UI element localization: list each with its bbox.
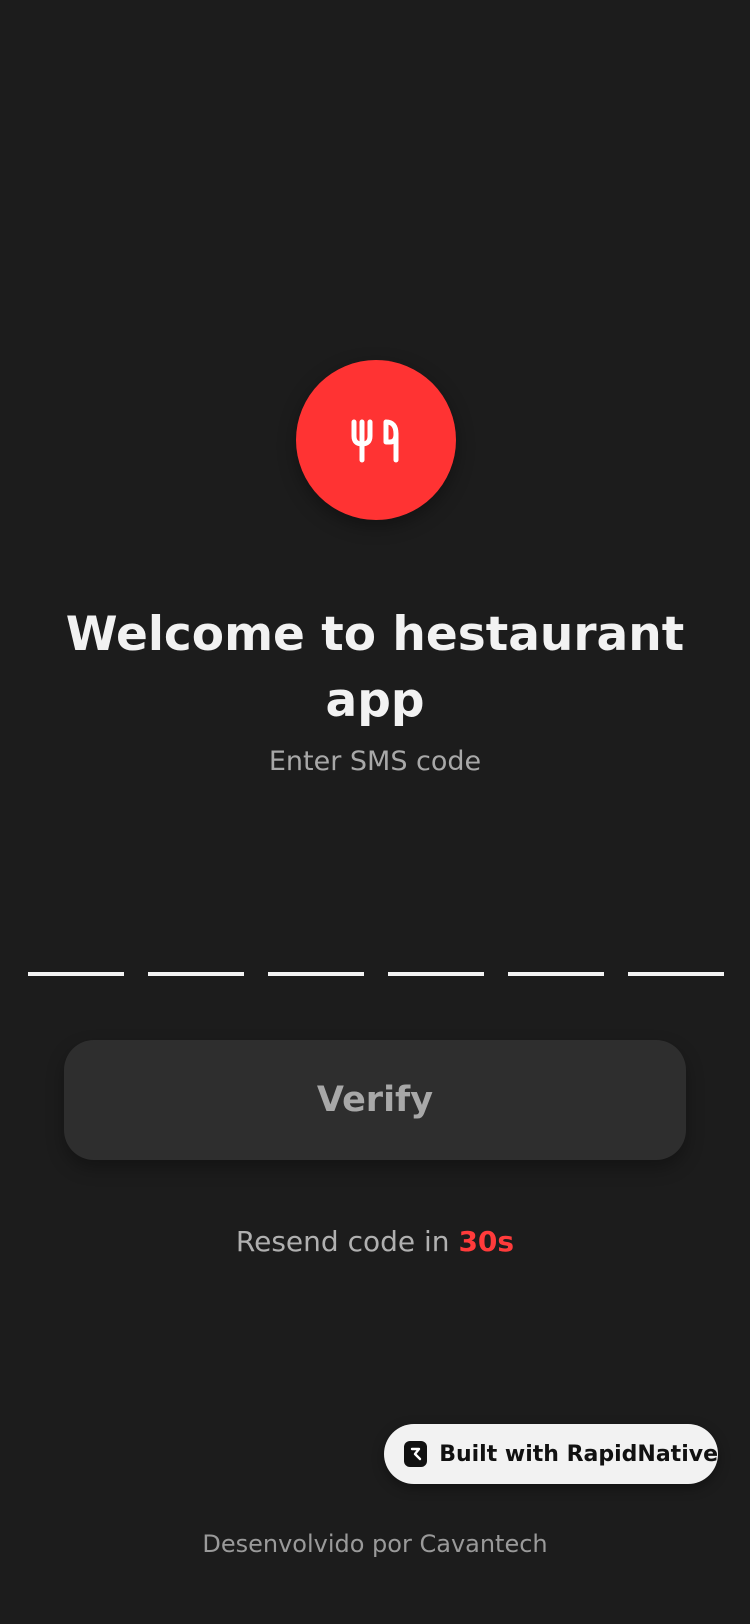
code-digit-5[interactable] [508,972,604,976]
resend-code-text: Resend code in 30s [0,1225,750,1258]
fork-knife-icon [351,419,399,463]
verify-button[interactable]: Verify [64,1040,686,1160]
built-with-badge[interactable]: Built with RapidNative [384,1424,718,1484]
code-digit-2[interactable] [148,972,244,976]
rapidnative-logo-icon [404,1441,428,1467]
code-digit-3[interactable] [268,972,364,976]
app-logo [296,360,456,520]
footer-credit: Desenvolvido por Cavantech [202,1530,548,1558]
resend-prefix: Resend code in [235,1225,459,1258]
page-subtitle: Enter SMS code [268,746,482,777]
code-digit-1[interactable] [28,972,124,976]
code-digit-4[interactable] [388,972,484,976]
resend-timer: 30s [458,1225,515,1258]
badge-label: Built with RapidNative [439,1441,718,1467]
sms-code-input[interactable] [28,972,724,976]
page-title: Welcome to hestaurant app [65,607,685,728]
code-digit-6[interactable] [628,972,724,976]
